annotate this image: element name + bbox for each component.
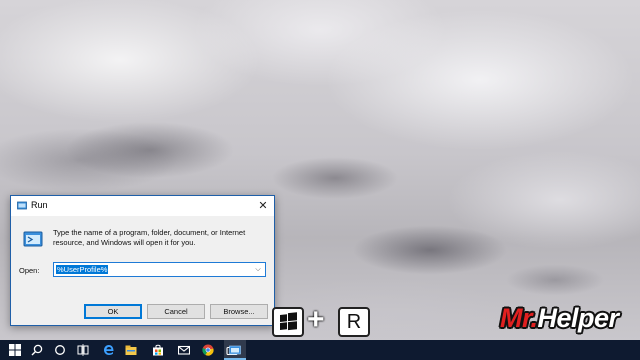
mail-icon[interactable] <box>173 340 195 360</box>
run-icon[interactable] <box>224 340 246 360</box>
chevron-down-icon[interactable]: ⌵ <box>253 264 263 275</box>
plus-sign: + <box>307 303 325 336</box>
r-key: R <box>338 307 370 337</box>
open-label: Open: <box>19 266 40 275</box>
ok-button[interactable]: OK <box>84 304 142 319</box>
windows-start-icon[interactable] <box>4 340 26 360</box>
run-dialog: Run ✕ Type the name of a program, folder… <box>10 195 275 326</box>
run-titlebar[interactable]: Run ✕ <box>11 196 274 216</box>
chrome-icon[interactable] <box>197 340 219 360</box>
run-program-icon <box>23 231 43 247</box>
run-description: Type the name of a program, folder, docu… <box>53 228 246 247</box>
run-body: Type the name of a program, folder, docu… <box>11 216 274 325</box>
windows-logo-icon <box>280 312 297 331</box>
close-icon[interactable]: ✕ <box>256 199 270 213</box>
task-view-icon[interactable] <box>72 340 94 360</box>
taskbar <box>0 340 640 360</box>
windows-key <box>272 307 304 337</box>
brand-part-helper: Helper <box>537 303 620 333</box>
file-explorer-icon[interactable] <box>120 340 142 360</box>
browse-button[interactable]: Browse... <box>210 304 268 319</box>
run-title: Run <box>31 200 48 210</box>
edge-icon[interactable] <box>98 340 120 360</box>
open-input[interactable]: %UserProfile% <box>56 265 109 274</box>
search-icon[interactable] <box>26 340 48 360</box>
cortana-icon[interactable] <box>49 340 71 360</box>
open-combobox[interactable]: %UserProfile% ⌵ <box>53 262 266 277</box>
cancel-button[interactable]: Cancel <box>147 304 205 319</box>
brand-part-mr: Mr. <box>500 303 538 333</box>
run-app-icon <box>17 201 27 210</box>
brand-watermark: Mr.Helper <box>500 303 619 334</box>
store-icon[interactable] <box>147 340 169 360</box>
